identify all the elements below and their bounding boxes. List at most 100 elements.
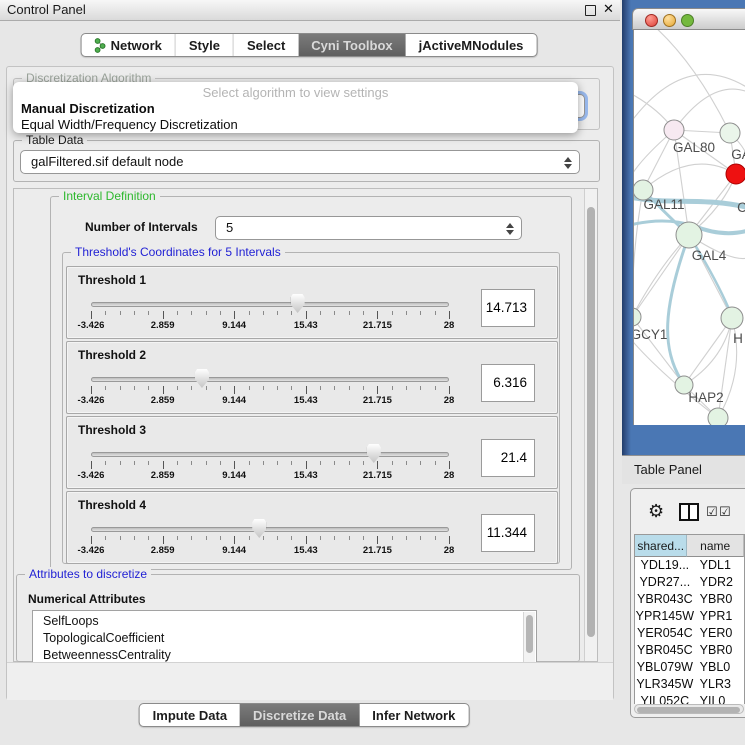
slider-ticks: [91, 536, 449, 545]
table-row[interactable]: YDL19...YDL1: [635, 557, 744, 574]
close-icon[interactable]: ✕: [603, 1, 614, 17]
cell-shared-name[interactable]: YBL079W: [635, 659, 695, 676]
num-intervals-dropdown[interactable]: 5: [215, 216, 522, 240]
cell-name[interactable]: YER0: [695, 625, 744, 642]
cell-shared-name[interactable]: YBR043C: [635, 591, 695, 608]
tick-mark: [191, 386, 192, 390]
tab-cyni-toolbox[interactable]: Cyni Toolbox: [298, 34, 405, 56]
checkbox-icon[interactable]: ☑: [706, 504, 718, 520]
cell-shared-name[interactable]: YER054C: [635, 625, 695, 642]
table-row[interactable]: YBL079WYBL0: [635, 659, 744, 676]
column-view-icon[interactable]: [679, 503, 699, 521]
attributes-list[interactable]: SelfLoopsTopologicalCoefficientBetweenne…: [32, 610, 537, 670]
network-node-gal80[interactable]: [664, 120, 684, 140]
network-view[interactable]: GAL80GAGAL11CGAL4GCY1HHAP2: [633, 30, 745, 425]
tab-style[interactable]: Style: [175, 34, 233, 56]
table-row[interactable]: YDR27...YDR2: [635, 574, 744, 591]
scale-label: 9.144: [222, 545, 246, 556]
tick-mark: [163, 461, 164, 469]
tick-mark: [334, 311, 335, 315]
slider-track[interactable]: [91, 302, 449, 307]
gear-icon[interactable]: ⚙: [648, 501, 664, 521]
cell-name[interactable]: YBR0: [695, 642, 744, 659]
network-edge[interactable]: [634, 190, 643, 317]
mac-zoom-button[interactable]: [681, 14, 694, 27]
scrollbar-thumb[interactable]: [637, 707, 740, 713]
network-edge[interactable]: [643, 164, 736, 190]
algorithm-popup: Select algorithm to view settings Manual…: [13, 82, 578, 133]
checkbox-icon[interactable]: ☑: [719, 504, 731, 520]
slider-track[interactable]: [91, 377, 449, 382]
network-node[interactable]: [708, 408, 728, 425]
network-edge[interactable]: [684, 318, 732, 385]
algorithm-popup-hint: Select algorithm to view settings: [13, 85, 578, 100]
scrollbar-thumb[interactable]: [526, 615, 533, 653]
cell-shared-name[interactable]: YIL052C: [635, 693, 695, 704]
horizontal-scrollbar[interactable]: [634, 704, 744, 714]
cell-shared-name[interactable]: YPR145W: [635, 608, 695, 625]
table-row[interactable]: YIL052CYIL0: [635, 693, 744, 704]
vertical-scrollbar[interactable]: [584, 189, 597, 661]
bottom-tab-infer-network[interactable]: Infer Network: [359, 704, 468, 726]
network-edge[interactable]: [634, 74, 745, 126]
network-edge[interactable]: [654, 30, 730, 133]
tab-select[interactable]: Select: [233, 34, 298, 56]
tick-mark: [191, 311, 192, 315]
threshold-value-box[interactable]: 6.316: [481, 364, 535, 402]
float-window-icon[interactable]: [585, 5, 596, 16]
network-node-ga[interactable]: [720, 123, 740, 143]
node-table: shared... name YDL19...YDL1YDR27...YDR2Y…: [634, 534, 745, 704]
tab-network[interactable]: Network: [82, 34, 175, 56]
tick-mark: [120, 461, 121, 465]
cell-shared-name[interactable]: YDL19...: [635, 557, 695, 574]
network-node-c[interactable]: [726, 164, 745, 184]
threshold-row: Threshold 2 -3.4262.8599.14415.4321.7152…: [66, 341, 558, 414]
scrollbar-thumb[interactable]: [587, 207, 595, 637]
network-node-label: GA: [731, 147, 745, 162]
slider-track[interactable]: [91, 452, 449, 457]
table-row[interactable]: YBR043CYBR0: [635, 591, 744, 608]
scale-label: 9.144: [222, 320, 246, 331]
slider-track[interactable]: [91, 527, 449, 532]
cell-shared-name[interactable]: YLR345W: [635, 676, 695, 693]
cell-shared-name[interactable]: YBR045C: [635, 642, 695, 659]
table-data-dropdown[interactable]: galFiltered.sif default node: [20, 150, 580, 174]
cell-shared-name[interactable]: YDR27...: [635, 574, 695, 591]
cell-name[interactable]: YLR3: [695, 676, 744, 693]
attribute-item[interactable]: TopologicalCoefficient: [33, 630, 536, 647]
column-header-shared-name[interactable]: shared...: [635, 535, 687, 557]
tab-jactivemnodules[interactable]: jActiveMNodules: [406, 34, 537, 56]
network-window-titlebar[interactable]: [632, 8, 745, 30]
mac-close-button[interactable]: [645, 14, 658, 27]
bottom-tab-impute-data[interactable]: Impute Data: [140, 704, 240, 726]
network-node-h[interactable]: [721, 307, 743, 329]
threshold-value-box[interactable]: 11.344: [481, 514, 535, 552]
popup-item-equal-width-frequency[interactable]: Equal Width/Frequency Discretization: [21, 117, 238, 132]
tick-mark: [392, 311, 393, 315]
column-header-name[interactable]: name: [687, 535, 744, 557]
cell-name[interactable]: YBL0: [695, 659, 744, 676]
scale-label: -3.426: [78, 320, 105, 331]
network-node-gal4[interactable]: [676, 222, 702, 248]
cell-name[interactable]: YBR0: [695, 591, 744, 608]
cell-name[interactable]: YIL0: [695, 693, 744, 704]
table-row[interactable]: YLR345WYLR3: [635, 676, 744, 693]
threshold-value-box[interactable]: 21.4: [481, 439, 535, 477]
mac-minimize-button[interactable]: [663, 14, 676, 27]
popup-item-manual-discretization[interactable]: Manual Discretization: [21, 101, 155, 116]
network-node-gcy1[interactable]: [634, 308, 641, 326]
table-row[interactable]: YPR145WYPR1: [635, 608, 744, 625]
table-row[interactable]: YBR045CYBR0: [635, 642, 744, 659]
tick-mark: [105, 461, 106, 465]
cell-name[interactable]: YDL1: [695, 557, 744, 574]
network-edge[interactable]: [634, 235, 689, 317]
attributes-list-scrollbar[interactable]: [523, 612, 535, 668]
network-edge[interactable]: [634, 130, 674, 188]
tick-mark: [363, 461, 364, 465]
bottom-tab-discretize-data[interactable]: Discretize Data: [240, 704, 359, 726]
threshold-value-box[interactable]: 14.713: [481, 289, 535, 327]
cell-name[interactable]: YPR1: [695, 608, 744, 625]
table-row[interactable]: YER054CYER0: [635, 625, 744, 642]
cell-name[interactable]: YDR2: [695, 574, 744, 591]
attribute-item[interactable]: SelfLoops: [33, 613, 536, 630]
